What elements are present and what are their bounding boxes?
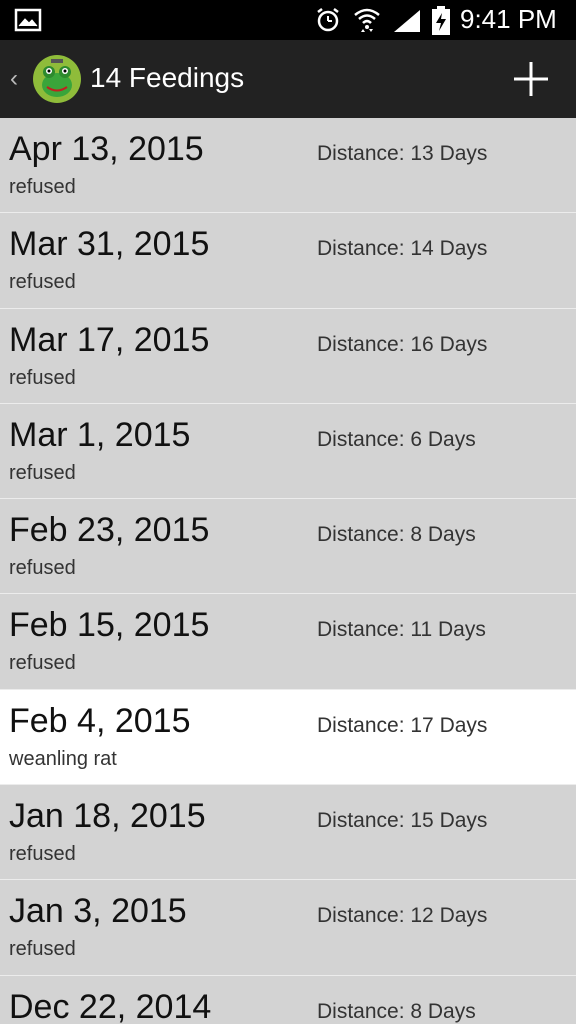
wifi-icon — [352, 4, 382, 39]
feeding-note: refused — [9, 938, 76, 961]
feeding-row[interactable]: Jan 3, 2015 refused Distance: 12 Days — [0, 880, 576, 976]
feeding-date: Feb 4, 2015 — [9, 701, 191, 740]
feeding-note: refused — [9, 176, 76, 198]
feeding-row[interactable]: Jan 18, 2015 refused Distance: 15 Days — [0, 785, 576, 881]
feeding-date: Apr 13, 2015 — [9, 130, 204, 168]
feeding-date: Feb 15, 2015 — [9, 606, 210, 645]
gallery-icon — [14, 8, 42, 37]
back-chevron-icon[interactable]: ‹ — [4, 62, 24, 96]
feeding-distance: Distance: 13 Days — [317, 142, 488, 165]
status-time: 9:41 PM — [460, 4, 557, 34]
feeding-row[interactable]: Dec 22, 2014 Distance: 8 Days — [0, 975, 576, 1024]
action-bar: ‹ 14 Feedings — [0, 40, 576, 118]
feeding-distance: Distance: 12 Days — [317, 904, 488, 928]
feeding-distance: Distance: 14 Days — [317, 237, 488, 261]
feeding-row[interactable]: Apr 13, 2015 refused Distance: 13 Days — [0, 118, 576, 214]
feeding-distance: Distance: 8 Days — [317, 523, 476, 547]
feeding-row[interactable]: Mar 31, 2015 refused Distance: 14 Days — [0, 213, 576, 309]
feeding-note: refused — [9, 652, 76, 675]
page-title: 14 Feedings — [90, 62, 245, 93]
feeding-row[interactable]: Mar 17, 2015 refused Distance: 16 Days — [0, 308, 576, 404]
feeding-row[interactable]: Feb 23, 2015 refused Distance: 8 Days — [0, 499, 576, 595]
feeding-date: Feb 23, 2015 — [9, 511, 210, 550]
feeding-date: Mar 1, 2015 — [9, 415, 191, 454]
feeding-row[interactable]: Feb 4, 2015 weanling rat Distance: 17 Days — [0, 689, 576, 786]
feeding-note: refused — [9, 843, 76, 866]
feeding-date: Mar 31, 2015 — [9, 225, 210, 264]
add-feeding-button[interactable] — [500, 50, 562, 108]
feeding-distance: Distance: 16 Days — [317, 332, 488, 356]
feeding-date: Jan 18, 2015 — [9, 797, 206, 836]
feeding-row[interactable]: Feb 15, 2015 refused Distance: 11 Days — [0, 594, 576, 690]
feeding-note: weanling rat — [9, 747, 117, 770]
alarm-icon — [314, 6, 342, 39]
feeding-note: refused — [9, 271, 76, 294]
feeding-note: refused — [9, 366, 76, 389]
battery-charging-icon — [430, 6, 452, 41]
feeding-note: refused — [9, 557, 76, 580]
feeding-distance: Distance: 11 Days — [317, 618, 486, 642]
status-bar: 9:41 PM — [0, 0, 576, 40]
feeding-note: refused — [9, 461, 76, 484]
feeding-row[interactable]: Mar 1, 2015 refused Distance: 6 Days — [0, 403, 576, 500]
frog-avatar-icon[interactable] — [32, 54, 82, 104]
feeding-distance: Distance: 15 Days — [317, 809, 488, 833]
feeding-distance: Distance: 6 Days — [317, 427, 476, 451]
feeding-date: Dec 22, 2014 — [9, 987, 212, 1024]
signal-icon — [392, 8, 422, 39]
feeding-date: Mar 17, 2015 — [9, 320, 210, 359]
feeding-list[interactable]: Apr 13, 2015 refused Distance: 13 Days Mar … — [0, 118, 576, 1024]
feeding-date: Jan 3, 2015 — [9, 892, 187, 931]
feeding-distance: Distance: 17 Days — [317, 713, 488, 737]
feeding-distance: Distance: 8 Days — [317, 999, 476, 1023]
